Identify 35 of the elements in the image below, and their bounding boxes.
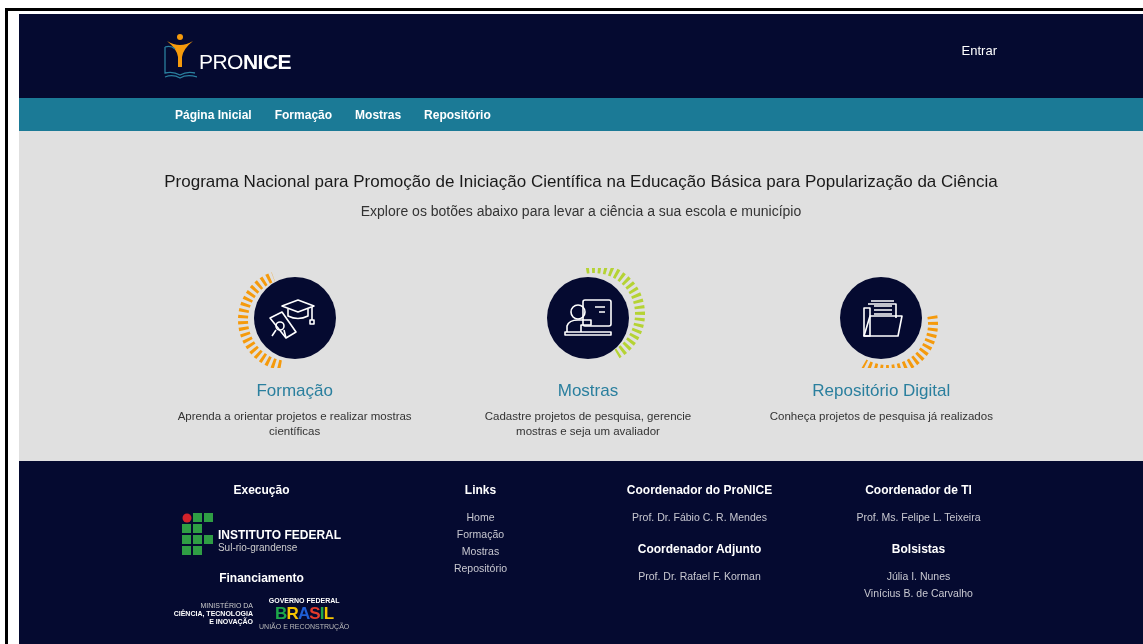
footer-heading: Coordenador do ProNICE (626, 482, 773, 499)
footer-link[interactable]: Home (466, 509, 495, 525)
hero-title: Programa Nacional para Promoção de Iniciação Científica na Educação Básica para Popularização da Ciência (164, 171, 998, 193)
institute-name: INSTITUTO FEDERAL (217, 529, 342, 542)
card-description: Aprenda a orientar projetos e realizar mostras científicas (176, 409, 413, 439)
staff-name: Vinícius B. de Carvalho (864, 586, 973, 601)
footer-heading: Execução (233, 482, 290, 499)
logo-wordmark[interactable]: PRONICE (199, 45, 291, 77)
nav-link[interactable]: Repositório (424, 105, 491, 124)
footer-link[interactable]: Repositório (453, 560, 508, 576)
footer-heading: Financiamento (219, 570, 304, 587)
card-title-link[interactable]: Mostras (557, 377, 619, 403)
staff-name: Prof. Ms. Felipe L. Teixeira (856, 510, 981, 525)
staff-name: Prof. Dr. Fábio C. R. Mendes (632, 510, 767, 525)
footer-heading: Links (464, 482, 497, 499)
footer-heading: Coordenador Adjunto (637, 541, 762, 558)
card-description: Conheça projetos de pesquisa já realizados (768, 409, 994, 424)
institute-logo-icon (181, 513, 214, 555)
card-description: Cadastre projetos de pesquisa, gerencie mostras e seja um avaliador (483, 409, 693, 439)
footer-link[interactable]: Mostras (461, 543, 500, 559)
card-title-link[interactable]: Formação (256, 377, 333, 403)
login-link[interactable]: Entrar (961, 41, 997, 61)
hero-subtitle: Explore os botões abaixo para levar a ciência a sua escola e município (360, 201, 802, 221)
institute-campus: Sul-rio-grandense (217, 542, 298, 553)
footer-heading: Bolsistas (891, 541, 946, 558)
staff-name: Prof. Dr. Rafael F. Korman (638, 569, 761, 584)
staff-name: Júlia I. Nunes (886, 569, 951, 584)
footer-heading: Coordenador de TI (865, 482, 972, 499)
nav-link[interactable]: Mostras (355, 105, 402, 124)
nav-link[interactable]: Formação (274, 105, 333, 124)
country-wordmark: BRASIL (275, 605, 334, 623)
card-title-link[interactable]: Repositório Digital (812, 377, 951, 403)
nav-link[interactable]: Página Inicial (175, 105, 252, 124)
footer-link[interactable]: Formação (456, 526, 505, 542)
book-figure-icon (163, 33, 197, 79)
